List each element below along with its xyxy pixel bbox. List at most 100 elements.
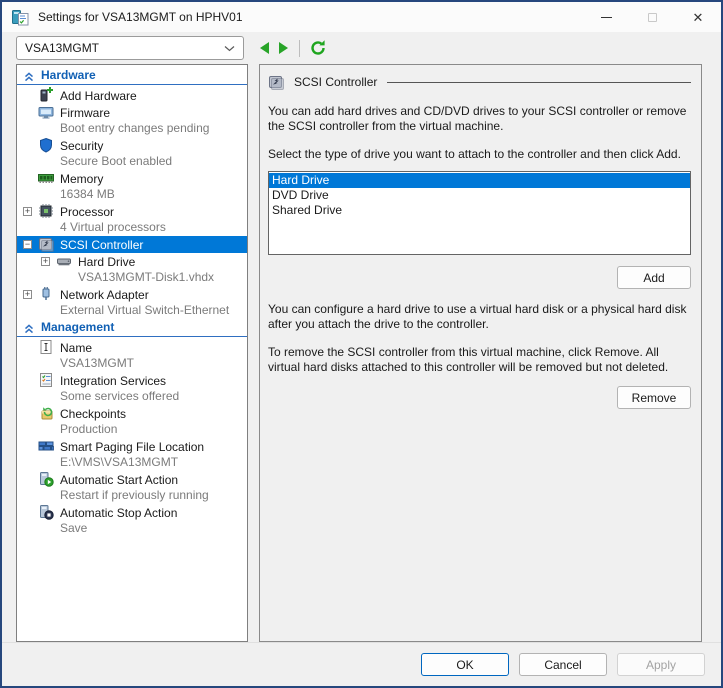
scsi-controller-icon xyxy=(38,236,54,252)
scsi-controller-icon xyxy=(268,74,284,90)
sidebar-item-subtext: VSA13MGMT xyxy=(60,356,135,370)
hard-drive-icon xyxy=(56,253,72,269)
apply-button: Apply xyxy=(617,653,705,676)
section-label: Hardware xyxy=(41,68,96,82)
drive-option-shared-drive[interactable]: Shared Drive xyxy=(269,203,690,218)
sidebar-item-subtext: Secure Boot enabled xyxy=(60,154,173,168)
sidebar-item-label: Processor xyxy=(60,205,115,219)
sidebar-item-checkpoints[interactable]: Checkpoints xyxy=(17,405,247,422)
sidebar-item-label: Automatic Start Action xyxy=(60,473,179,487)
vm-selector-dropdown[interactable]: VSA13MGMT xyxy=(16,36,244,60)
sidebar-item-label: Checkpoints xyxy=(60,407,127,421)
sidebar-item-label: Automatic Stop Action xyxy=(60,506,178,520)
sidebar-item-memory[interactable]: Memory xyxy=(17,170,247,187)
sidebar-item-subtext: Save xyxy=(60,521,88,535)
collapse-chevron-icon xyxy=(24,71,34,82)
sidebar-item-label: Memory xyxy=(60,172,104,186)
maximize-button xyxy=(629,2,675,32)
sidebar-item-hard-drive[interactable]: + Hard Drive xyxy=(17,253,247,270)
cancel-button[interactable]: Cancel xyxy=(519,653,607,676)
chevron-down-icon xyxy=(224,45,235,51)
sidebar-item-automatic-start-action[interactable]: Automatic Start Action xyxy=(17,471,247,488)
refresh-button[interactable] xyxy=(309,39,327,57)
drive-option-dvd-drive[interactable]: DVD Drive xyxy=(269,188,690,203)
smart-paging-icon xyxy=(38,438,54,454)
sidebar-item-subtext: Boot entry changes pending xyxy=(60,121,210,135)
sidebar-item-subtext: VSA13MGMT-Disk1.vhdx xyxy=(78,270,215,284)
sidebar-item-scsi-controller[interactable]: − SCSI Controller xyxy=(17,236,247,253)
sidebar-item-label: Security xyxy=(60,139,104,153)
intro-text: You can add hard drives and CD/DVD drive… xyxy=(268,104,687,133)
minimize-button[interactable] xyxy=(583,2,629,32)
header-rule xyxy=(387,81,691,83)
dialog-footer: OK Cancel Apply xyxy=(2,642,721,686)
toolbar: VSA13MGMT xyxy=(2,32,721,64)
sidebar-section-management[interactable]: Management xyxy=(17,319,247,337)
sidebar-item-subtext: 4 Virtual processors xyxy=(60,220,166,234)
sidebar-item-label: Name xyxy=(60,341,93,355)
sidebar-item-subtext: Production xyxy=(60,422,118,436)
add-button[interactable]: Add xyxy=(617,266,691,289)
select-prompt-text: Select the type of drive you want to att… xyxy=(268,147,681,161)
sidebar-item-name[interactable]: Name xyxy=(17,339,247,356)
vm-settings-icon xyxy=(12,9,29,26)
refresh-icon xyxy=(311,40,325,55)
auto-stop-icon xyxy=(38,504,54,520)
drive-type-listbox[interactable]: Hard Drive DVD Drive Shared Drive xyxy=(268,171,691,255)
sidebar-item-label: SCSI Controller xyxy=(60,238,144,252)
sidebar-section-hardware[interactable]: Hardware xyxy=(17,67,247,85)
sidebar-item-label: Network Adapter xyxy=(60,288,149,302)
network-adapter-icon xyxy=(38,286,54,302)
sidebar-item-label: Add Hardware xyxy=(60,89,137,103)
processor-icon xyxy=(38,203,54,219)
firmware-icon xyxy=(38,104,54,120)
sidebar-item-integration-services[interactable]: Integration Services xyxy=(17,372,247,389)
remove-note-text: To remove the SCSI controller from this … xyxy=(268,345,669,374)
add-hardware-icon xyxy=(38,87,54,103)
vm-selector-value: VSA13MGMT xyxy=(25,41,100,55)
maximize-icon xyxy=(647,12,657,22)
sidebar-item-subtext: 16384 MB xyxy=(60,187,115,201)
ok-button[interactable]: OK xyxy=(421,653,509,676)
navigate-back-button[interactable] xyxy=(260,42,269,54)
memory-icon xyxy=(38,170,54,186)
sidebar-item-add-hardware[interactable]: Add Hardware xyxy=(17,87,247,104)
expand-plus-icon[interactable]: + xyxy=(41,257,50,266)
checkpoints-icon xyxy=(38,405,54,421)
sidebar-item-label: Hard Drive xyxy=(78,255,136,269)
sidebar-item-subtext: External Virtual Switch-Ethernet xyxy=(60,303,230,317)
name-icon xyxy=(38,339,54,355)
scsi-controller-panel: SCSI Controller You can add hard drives … xyxy=(259,64,702,642)
collapse-minus-icon[interactable]: − xyxy=(23,240,32,249)
expand-plus-icon[interactable]: + xyxy=(23,290,32,299)
navigate-forward-button[interactable] xyxy=(279,42,288,54)
sidebar-item-subtext: E:\VMS\VSA13MGMT xyxy=(60,455,179,469)
sidebar-item-network-adapter[interactable]: + Network Adapter xyxy=(17,286,247,303)
titlebar: Settings for VSA13MGMT on HPHV01 ✕ xyxy=(2,2,721,32)
sidebar-item-smart-paging-file-location[interactable]: Smart Paging File Location xyxy=(17,438,247,455)
close-button[interactable]: ✕ xyxy=(675,2,721,32)
configure-note-text: You can configure a hard drive to use a … xyxy=(268,302,687,331)
sidebar-item-label: Smart Paging File Location xyxy=(60,440,205,454)
panel-header: SCSI Controller xyxy=(268,73,691,91)
settings-window: Settings for VSA13MGMT on HPHV01 ✕ VSA13… xyxy=(0,0,723,688)
auto-start-icon xyxy=(38,471,54,487)
expand-plus-icon[interactable]: + xyxy=(23,207,32,216)
security-icon xyxy=(38,137,54,153)
sidebar-item-subtext: Some services offered xyxy=(60,389,180,403)
panel-title: SCSI Controller xyxy=(294,75,378,89)
sidebar-item-security[interactable]: Security xyxy=(17,137,247,154)
integration-services-icon xyxy=(38,372,54,388)
sidebar-item-processor[interactable]: + Processor xyxy=(17,203,247,220)
close-icon: ✕ xyxy=(692,9,704,25)
drive-option-hard-drive[interactable]: Hard Drive xyxy=(269,173,690,188)
sidebar-item-label: Firmware xyxy=(60,106,110,120)
remove-button[interactable]: Remove xyxy=(617,386,691,409)
sidebar-item-subtext: Restart if previously running xyxy=(60,488,209,502)
section-label: Management xyxy=(41,320,115,334)
sidebar-item-firmware[interactable]: Firmware xyxy=(17,104,247,121)
minimize-icon xyxy=(600,16,612,18)
window-title: Settings for VSA13MGMT on HPHV01 xyxy=(38,10,243,24)
sidebar-item-automatic-stop-action[interactable]: Automatic Stop Action xyxy=(17,504,247,521)
sidebar-item-label: Integration Services xyxy=(60,374,167,388)
